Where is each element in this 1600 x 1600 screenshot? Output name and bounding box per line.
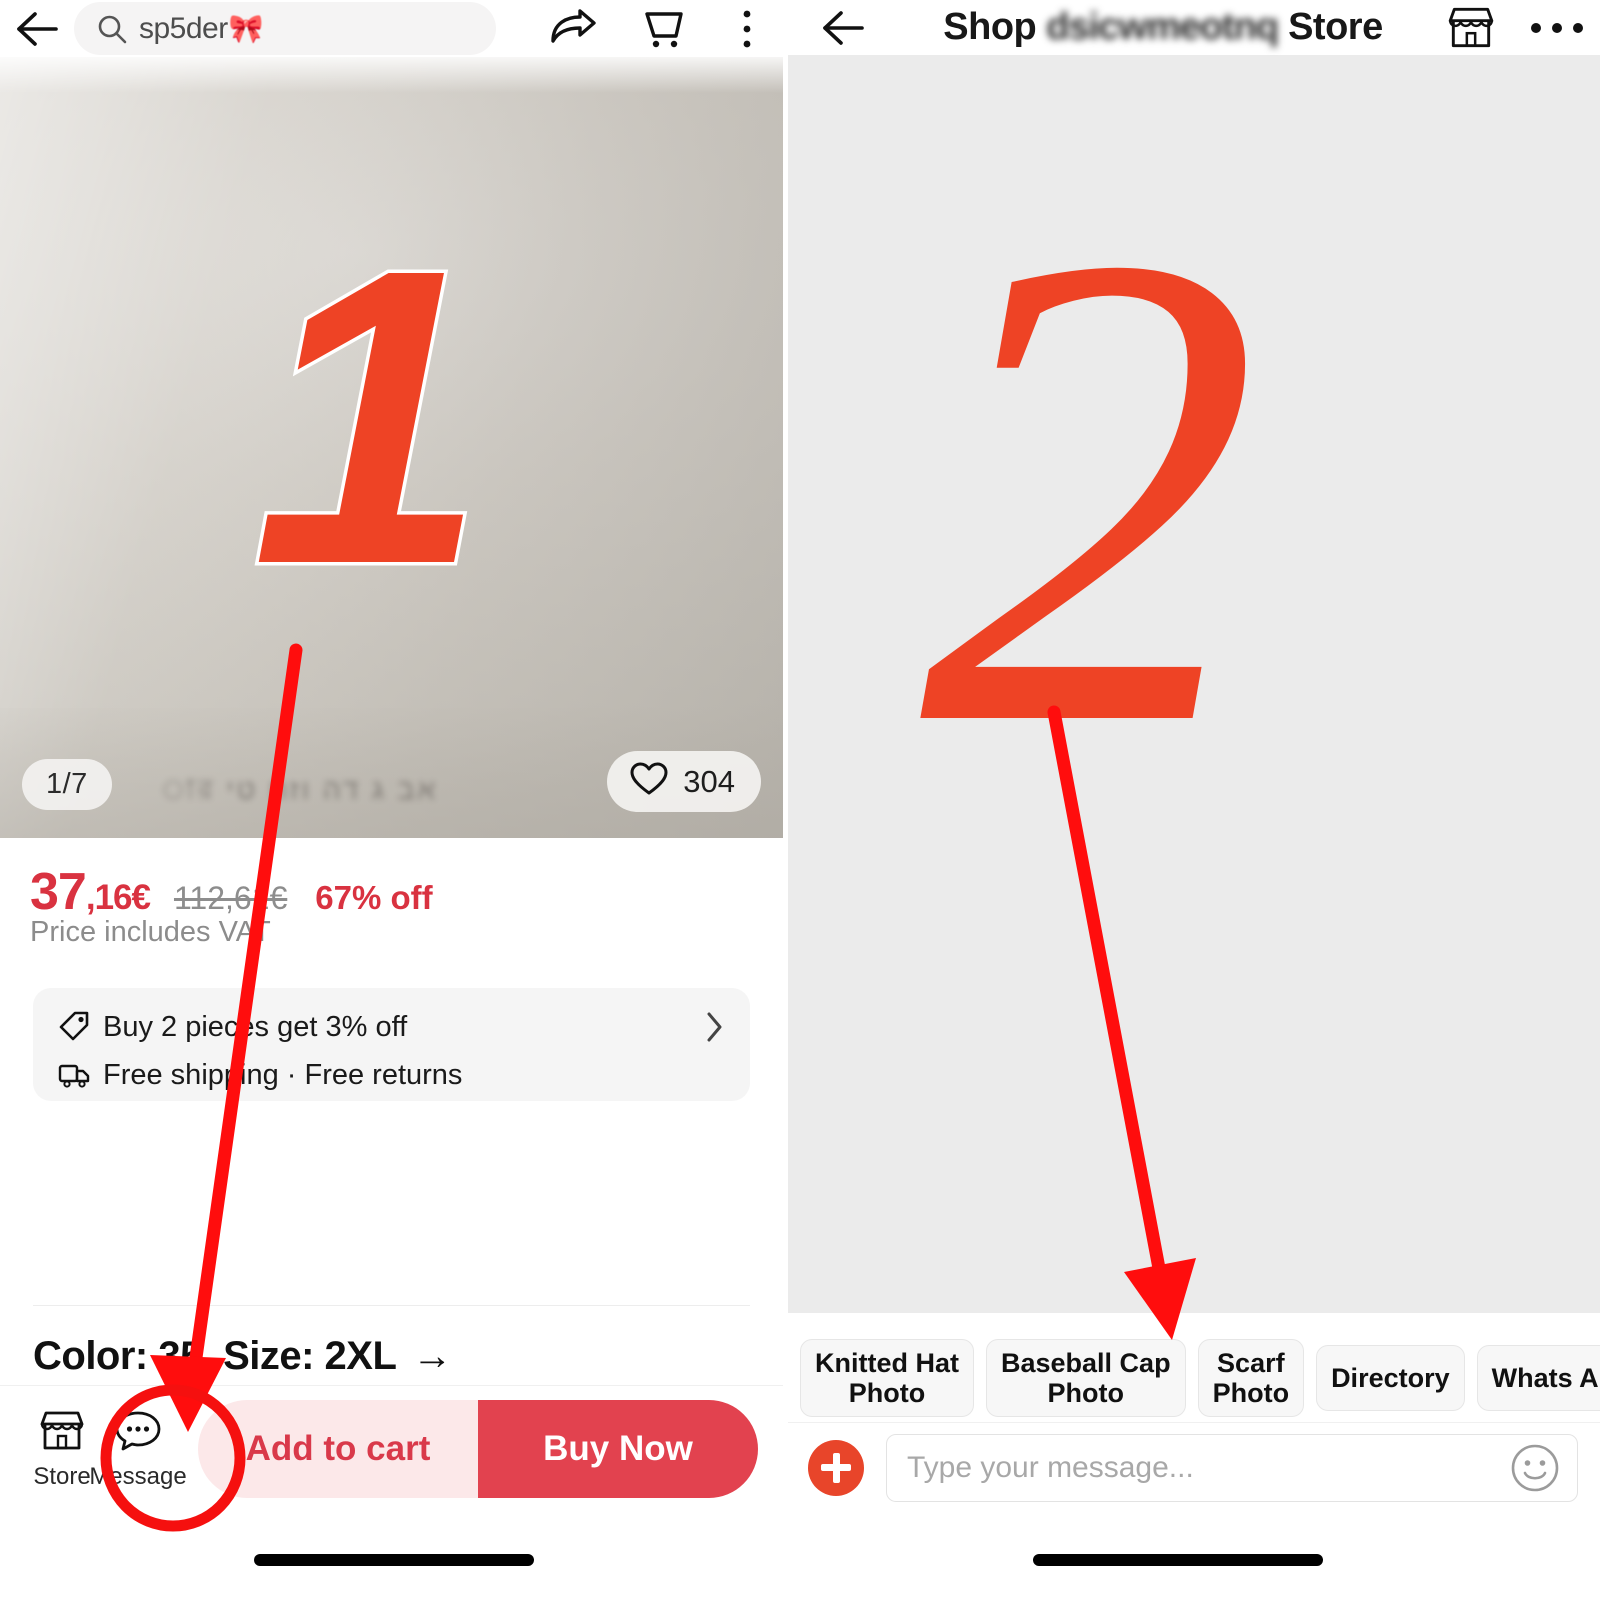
promo-shipping-row: Free shipping · Free returns	[57, 1051, 730, 1099]
more-horizontal-icon[interactable]	[1514, 20, 1600, 36]
message-bubble-icon	[113, 1408, 163, 1459]
add-to-cart-button[interactable]: Add to cart	[198, 1400, 478, 1498]
chat-title-suffix: Store	[1288, 6, 1383, 48]
cart-icon[interactable]	[619, 6, 711, 52]
bow-emoji-icon: 🎀	[228, 13, 264, 44]
chat-panel: Shop dsicwmeotnq Store Knitted Hat Photo…	[788, 0, 1600, 1600]
variant-label: Color: 35, Size: 2XL	[33, 1334, 397, 1378]
storefront-icon[interactable]	[1428, 4, 1514, 52]
image-watermark-text: ার אב ג דה וזח טי	[160, 774, 438, 802]
promo-discount-row[interactable]: Buy 2 pieces get 3% off	[57, 1003, 730, 1051]
current-price: 37,16€	[30, 862, 151, 922]
message-label: Message	[89, 1462, 187, 1490]
product-action-bar: Store Message Add to cart Buy Now	[0, 1385, 783, 1512]
chat-topbar: Shop dsicwmeotnq Store	[788, 0, 1600, 55]
variant-selector-row[interactable]: Color: 35, Size: 2XL →	[33, 1334, 452, 1379]
chat-title-prefix: Shop	[943, 6, 1037, 48]
screenshot-root: sp5der 🎀 1/7 ার אב ג דה וזח טי 304 37,16…	[0, 0, 1600, 1600]
chip-scarf-photo[interactable]: Scarf Photo	[1197, 1338, 1305, 1418]
like-button[interactable]: 304	[607, 751, 761, 812]
section-divider	[33, 1305, 750, 1306]
chat-title: Shop dsicwmeotnq Store	[898, 6, 1428, 49]
product-topbar: sp5der 🎀	[0, 0, 783, 57]
discount-badge: 67% off	[315, 879, 433, 916]
back-arrow-icon[interactable]	[0, 0, 74, 57]
plus-icon[interactable]	[808, 1439, 864, 1496]
message-button[interactable]: Message	[89, 1408, 187, 1491]
promotions-card[interactable]: Buy 2 pieces get 3% off Free shipping · …	[33, 988, 750, 1101]
chip-knitted-hat-photo[interactable]: Knitted Hat Photo	[800, 1338, 974, 1418]
price-tag-icon	[57, 1010, 103, 1044]
promo-shipping-label: Free shipping · Free returns	[103, 1058, 463, 1091]
chevron-right-icon[interactable]	[704, 1010, 724, 1044]
search-icon	[96, 13, 128, 45]
buy-now-button[interactable]: Buy Now	[478, 1400, 758, 1498]
store-label: Store	[33, 1462, 91, 1490]
chip-whats-app[interactable]: Whats App	[1476, 1345, 1600, 1411]
arrow-right-icon: →	[412, 1334, 452, 1378]
chat-message-area	[788, 55, 1600, 1313]
home-indicator-left	[254, 1554, 534, 1566]
product-detail-panel: sp5der 🎀 1/7 ার אב ג דה וזח טי 304 37,16…	[0, 0, 783, 1600]
original-price: 112,61€	[173, 880, 288, 916]
home-indicator-right	[1033, 1554, 1323, 1566]
chat-topbar-actions	[1428, 4, 1600, 52]
cta-button-group: Add to cart Buy Now	[198, 1400, 758, 1498]
image-counter-badge: 1/7	[22, 759, 112, 810]
product-image[interactable]: 1/7 ার אב ג דה וזח טי 304	[0, 57, 783, 838]
product-topbar-actions	[527, 6, 783, 52]
message-composer: Type your message...	[788, 1422, 1600, 1512]
quick-reply-chips: Knitted Hat Photo Baseball Cap Photo Sca…	[788, 1334, 1600, 1422]
message-input[interactable]: Type your message...	[886, 1433, 1578, 1502]
promo-discount-label: Buy 2 pieces get 3% off	[103, 1010, 408, 1043]
smiley-icon[interactable]	[1509, 1442, 1561, 1494]
share-icon[interactable]	[527, 7, 619, 51]
delivery-truck-icon	[57, 1060, 103, 1090]
message-input-placeholder: Type your message...	[907, 1450, 1194, 1484]
price-fraction: ,16€	[85, 878, 151, 917]
like-count: 304	[683, 763, 735, 799]
search-input[interactable]: sp5der 🎀	[74, 2, 496, 55]
price-whole: 37	[30, 863, 87, 921]
heart-icon	[629, 761, 669, 802]
storefront-icon	[37, 1408, 87, 1459]
price-row: 37,16€ 112,61€ 67% off	[30, 862, 433, 922]
more-vertical-icon[interactable]	[711, 8, 783, 50]
vat-note: Price includes VAT	[30, 916, 271, 948]
chip-directory[interactable]: Directory	[1316, 1345, 1465, 1411]
search-query-text: sp5der	[139, 11, 228, 45]
chat-title-blurred: dsicwmeotnq	[1046, 6, 1279, 48]
back-arrow-icon[interactable]	[788, 7, 898, 49]
chip-baseball-cap-photo[interactable]: Baseball Cap Photo	[986, 1338, 1186, 1418]
